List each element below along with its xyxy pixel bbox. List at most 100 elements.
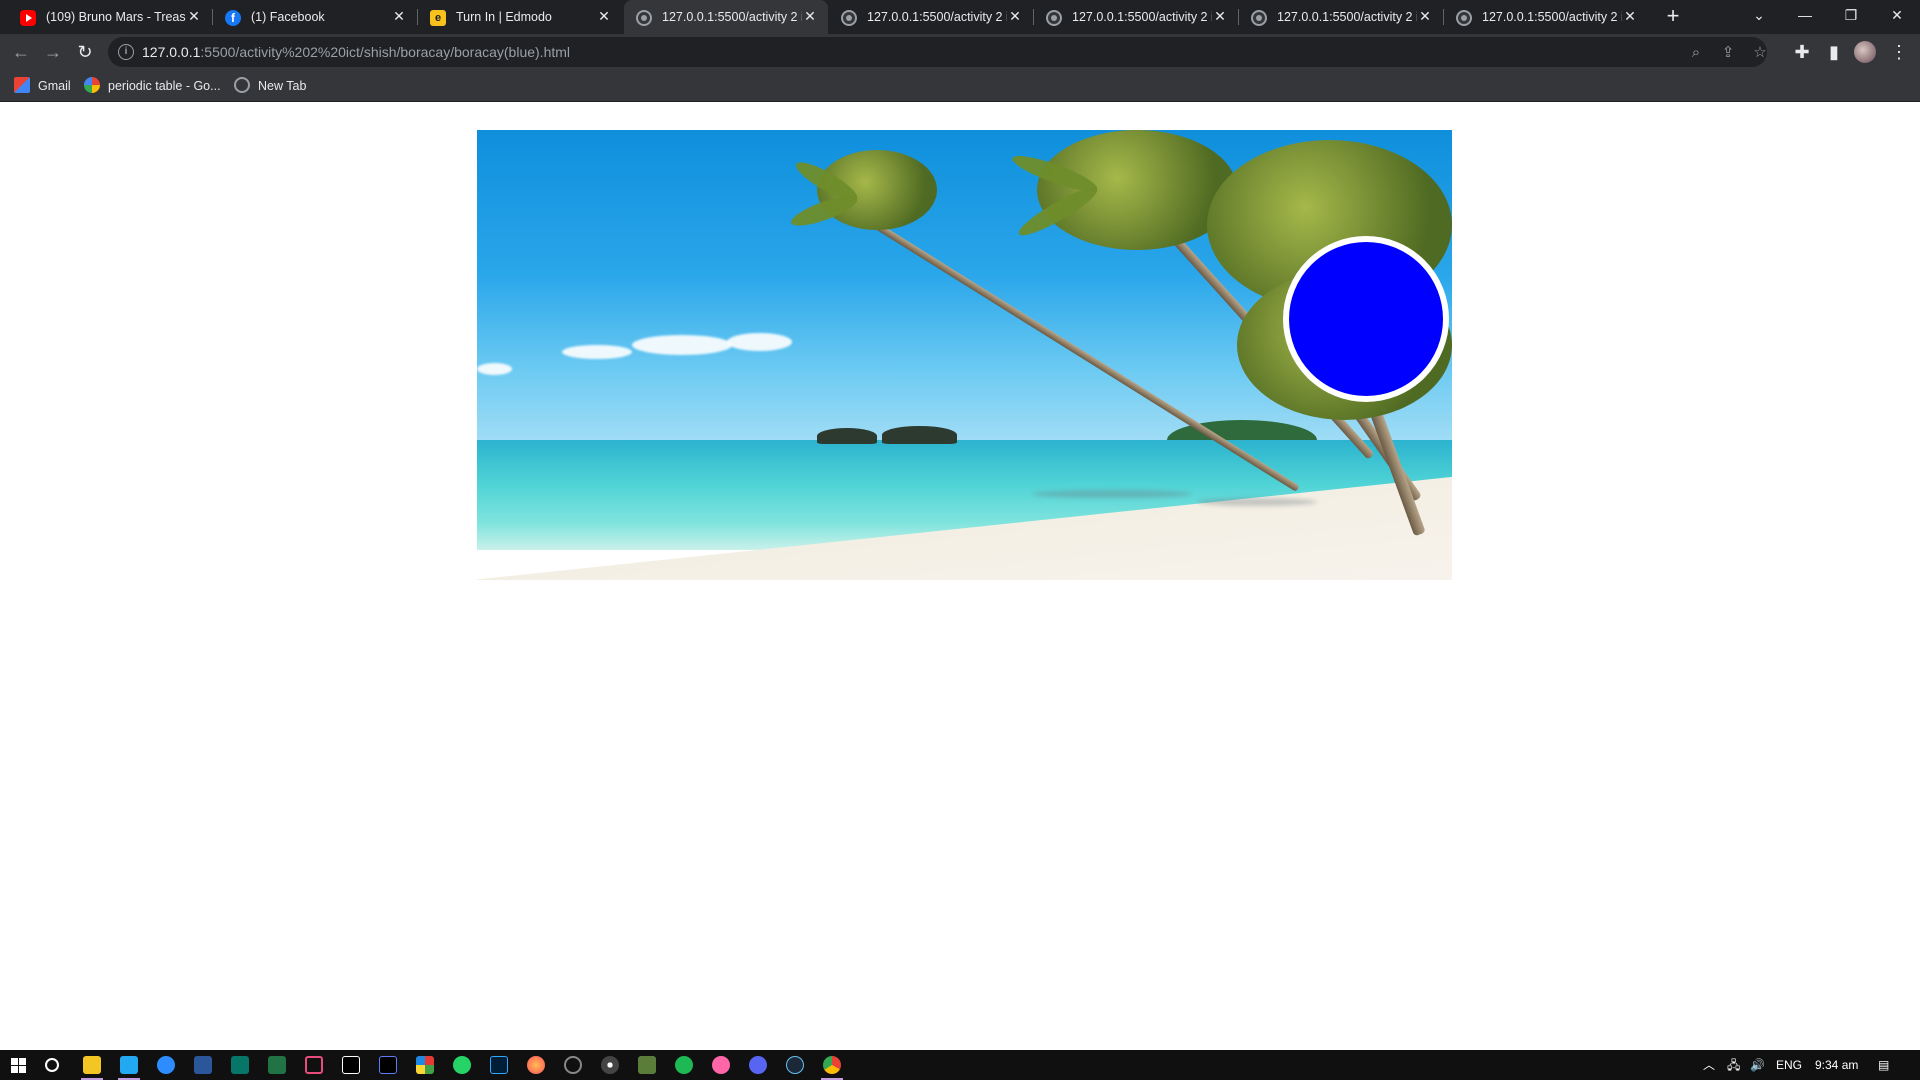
cloud: [727, 333, 792, 351]
tab-edmodo[interactable]: e Turn In | Edmodo ✕: [418, 0, 622, 34]
tab-title: 127.0.0.1:5500/activity 2 ict: [1277, 10, 1417, 24]
close-icon[interactable]: ✕: [1622, 8, 1638, 24]
close-window-button[interactable]: ✕: [1874, 0, 1920, 34]
globe-icon: [841, 10, 857, 26]
globe-icon: [1046, 10, 1062, 26]
bookmark-label: Gmail: [38, 79, 71, 93]
minecraft-launcher-icon[interactable]: [638, 1056, 656, 1074]
volume-icon[interactable]: 🔊: [1750, 1057, 1765, 1073]
tab-localhost[interactable]: 127.0.0.1:5500/activity 2 ict ✕: [1239, 0, 1444, 34]
bookmarks-bar: Gmail periodic table - Go... New Tab: [0, 70, 1920, 102]
url-text[interactable]: 127.0.0.1:5500/activity%202%20ict/shish/…: [142, 44, 570, 60]
tab-search-button[interactable]: ⌄: [1736, 0, 1782, 34]
new-tab-button[interactable]: +: [1662, 5, 1684, 28]
bookmark-label: periodic table - Go...: [108, 79, 221, 93]
menu-dots-icon[interactable]: ⋮: [1890, 40, 1908, 64]
file-explorer-icon[interactable]: [81, 1056, 103, 1080]
url-host: 127.0.0.1: [142, 44, 201, 60]
clock[interactable]: 9:34 am: [1815, 1057, 1858, 1073]
facebook-icon: f: [225, 10, 241, 26]
globe-icon: [1456, 10, 1472, 26]
tab-title: 127.0.0.1:5500/activity 2 ict: [1482, 10, 1622, 24]
close-icon[interactable]: ✕: [1417, 8, 1433, 24]
side-panel-icon[interactable]: ▮: [1822, 40, 1846, 64]
palm-shadow: [1197, 498, 1317, 506]
word-icon[interactable]: [194, 1056, 212, 1074]
edmodo-icon: e: [430, 10, 446, 26]
profile-avatar[interactable]: [1854, 41, 1876, 63]
tab-localhost[interactable]: 127.0.0.1:5500/activity 2 ict ✕: [829, 0, 1034, 34]
palm-shadow: [1032, 490, 1192, 498]
minimize-button[interactable]: —: [1782, 0, 1828, 34]
bookmark-label: New Tab: [258, 79, 307, 93]
firefox-icon[interactable]: [527, 1056, 545, 1074]
cloud: [632, 335, 732, 355]
tab-title: (109) Bruno Mars - Treasure: [46, 10, 186, 24]
bookmark-new-tab[interactable]: New Tab: [234, 77, 306, 95]
forward-arrow-icon[interactable]: →: [41, 40, 65, 64]
publisher-icon[interactable]: [231, 1056, 249, 1074]
close-icon[interactable]: ✕: [596, 8, 612, 24]
steam-icon[interactable]: [786, 1056, 804, 1074]
network-icon[interactable]: 🖧: [1727, 1057, 1740, 1073]
excel-icon[interactable]: [268, 1056, 286, 1074]
rock-island: [882, 426, 957, 444]
restore-button[interactable]: ❐: [1828, 0, 1874, 34]
rock-island: [817, 428, 877, 444]
close-icon[interactable]: ✕: [1007, 8, 1023, 24]
tab-localhost[interactable]: 127.0.0.1:5500/activity 2 ict ✕: [1444, 0, 1648, 34]
globe-icon: [636, 10, 652, 26]
intellij-icon[interactable]: [379, 1056, 397, 1074]
language-indicator[interactable]: ENG: [1776, 1057, 1802, 1073]
tab-youtube[interactable]: (109) Bruno Mars - Treasure ✕: [8, 0, 213, 34]
youtube-icon: [20, 10, 36, 26]
page-viewport: [0, 103, 1920, 1050]
extensions-icon[interactable]: ✚: [1790, 40, 1814, 64]
reload-icon[interactable]: ↻: [73, 40, 97, 64]
bookmark-periodic-table[interactable]: periodic table - Go...: [84, 77, 221, 95]
globe-icon: [234, 77, 250, 93]
vscode-icon[interactable]: [118, 1056, 140, 1080]
close-icon[interactable]: ✕: [1212, 8, 1228, 24]
chrome-icon[interactable]: [821, 1056, 843, 1080]
davinci-icon[interactable]: [601, 1056, 619, 1074]
whatsapp-icon[interactable]: [453, 1056, 471, 1074]
google-icon: [84, 77, 100, 93]
discord-icon[interactable]: [749, 1056, 767, 1074]
tab-title: Turn In | Edmodo: [456, 10, 552, 24]
bookmark-star-icon[interactable]: ☆: [1750, 43, 1770, 63]
close-icon[interactable]: ✕: [802, 8, 818, 24]
show-hidden-icons-chevron[interactable]: ︿: [1703, 1057, 1715, 1073]
tab-localhost[interactable]: 127.0.0.1:5500/activity 2 ict ✕: [1034, 0, 1239, 34]
address-bar[interactable]: i 127.0.0.1:5500/activity%202%20ict/shis…: [108, 37, 1767, 67]
tab-title: 127.0.0.1:5500/activity 2 ict: [1072, 10, 1212, 24]
close-icon[interactable]: ✕: [391, 8, 407, 24]
search-icon[interactable]: [45, 1058, 59, 1072]
zoom-icon[interactable]: [157, 1056, 175, 1074]
zoom-icon[interactable]: ⌕: [1686, 43, 1706, 63]
app-icon[interactable]: [305, 1056, 323, 1074]
notifications-icon[interactable]: ▤: [1878, 1057, 1889, 1073]
bookmark-gmail[interactable]: Gmail: [14, 77, 71, 95]
globe-icon: [1251, 10, 1267, 26]
photoshop-icon[interactable]: [490, 1056, 508, 1074]
url-path: :5500/activity%202%20ict/shish/boracay/b…: [200, 44, 571, 60]
share-icon[interactable]: ⇪: [1718, 43, 1738, 63]
osu-icon[interactable]: [712, 1056, 730, 1074]
tab-title: 127.0.0.1:5500/activity 2 ict: [662, 10, 802, 24]
spotify-icon[interactable]: [675, 1056, 693, 1074]
obs-icon[interactable]: [564, 1056, 582, 1074]
site-info-icon[interactable]: i: [118, 44, 134, 60]
windows-start-icon[interactable]: [11, 1058, 26, 1073]
pycharm-icon[interactable]: [342, 1056, 360, 1074]
minecraft-icon[interactable]: [416, 1056, 434, 1074]
browser-toolbar: ← → ↻ i 127.0.0.1:5500/activity%202%20ic…: [0, 34, 1920, 70]
blue-circle: [1283, 236, 1449, 402]
back-arrow-icon[interactable]: ←: [9, 40, 33, 64]
cloud: [562, 345, 632, 359]
gmail-icon: [14, 77, 30, 93]
cloud: [477, 363, 512, 375]
tab-localhost-active[interactable]: 127.0.0.1:5500/activity 2 ict ✕: [624, 0, 828, 34]
close-icon[interactable]: ✕: [186, 8, 202, 24]
tab-facebook[interactable]: f (1) Facebook ✕: [213, 0, 418, 34]
